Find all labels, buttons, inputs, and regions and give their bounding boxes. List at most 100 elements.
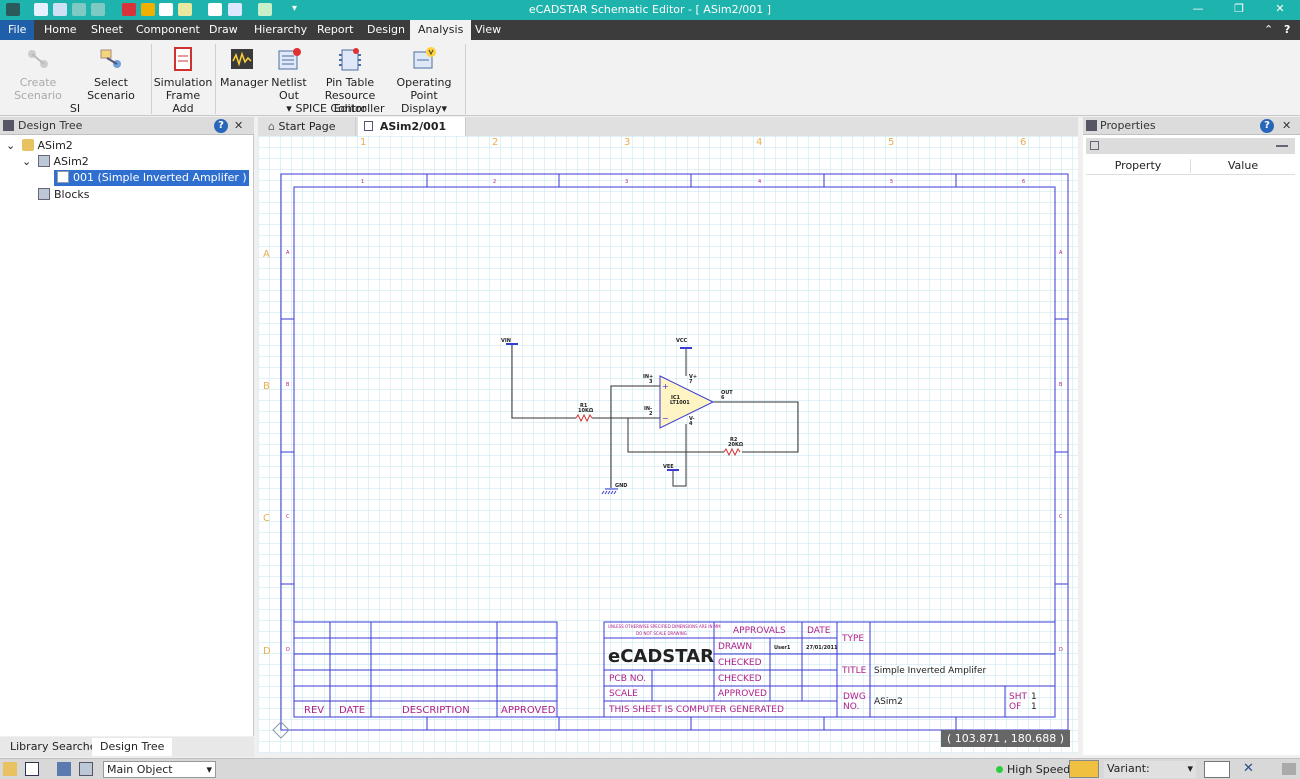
schematic-drawing[interactable]: 1 2 3 4 5 6 A B C D 1 2 3 4 5 6 A B C D … [258, 136, 1078, 753]
tb-type: TYPE [841, 634, 864, 644]
minus-sign: − [662, 414, 669, 423]
properties-panel: Property Value [1083, 135, 1300, 755]
tab-home[interactable]: Home [36, 20, 84, 40]
tb-checked-2: CHECKED [718, 674, 762, 684]
sheet-icon [57, 171, 69, 183]
tab-view[interactable]: View [467, 20, 509, 40]
col-property[interactable]: Property [1086, 157, 1190, 175]
ic1-part: LT1001 [670, 400, 690, 406]
help-icon[interactable]: ? [214, 119, 228, 133]
schematic-canvas[interactable]: 1 2 3 4 5 6 A B C D 1 2 3 4 5 6 A B C D … [258, 136, 1078, 753]
ruler-label: 3 [624, 137, 630, 148]
r1-value: 10KΩ [578, 408, 594, 414]
netlist-out-icon [278, 48, 301, 70]
tree-node-sheet-001[interactable]: 001 (Simple Inverted Amplifer ) [54, 170, 249, 186]
chevron-down-icon[interactable]: ⌄ [6, 138, 18, 154]
close-button[interactable]: ✕ [1270, 2, 1290, 18]
design-tree: ⌄ ASim2 ⌄ ASim2 001 (Simple Inverted Amp… [0, 135, 254, 736]
pin-number: 3 [649, 379, 653, 385]
minimize-button[interactable]: — [1188, 2, 1208, 18]
sheet-icon [364, 121, 373, 131]
tb-dwg-value: ASim2 [874, 697, 903, 707]
main-object-select[interactable]: Main Object ▾ [103, 761, 216, 778]
zone-label: 6 [1022, 179, 1025, 185]
monitor-icon[interactable] [57, 762, 71, 776]
tb-notice-2: DO NOT SCALE DRAWING [636, 631, 687, 636]
help-icon[interactable]: ? [1260, 119, 1274, 133]
tab-design-tree[interactable]: Design Tree [92, 738, 173, 756]
ribbon: Create Scenario Select Scenario SI Simul… [0, 40, 1300, 116]
tb-title-value: Simple Inverted Amplifer [874, 666, 986, 676]
variant-select[interactable]: Variant: ▾ [1104, 761, 1196, 778]
property-pin-icon[interactable] [1090, 141, 1099, 150]
tb-date: DATE [807, 626, 831, 636]
plus-sign: + [662, 382, 669, 391]
tab-hierarchy[interactable]: Hierarchy [246, 20, 315, 40]
manager-button[interactable]: Manager [220, 46, 268, 89]
select-scenario-button[interactable]: Select Scenario [76, 46, 146, 102]
document-tabs: ⌂ Start Page✕ ASim2/001✕ [258, 117, 1078, 155]
group-add-label: Add [172, 102, 194, 115]
zone-label: 2 [493, 179, 496, 185]
tree-node-blocks[interactable]: Blocks [38, 187, 89, 203]
rev-approved-header: APPROVED [501, 705, 556, 716]
tab-draw[interactable]: Draw [201, 20, 246, 40]
routing-mode-button[interactable] [1069, 760, 1099, 778]
close-panel-icon[interactable]: ✕ [1282, 117, 1291, 135]
zone-label: B [286, 382, 290, 388]
blocks-icon [38, 188, 50, 200]
chevron-down-icon[interactable]: ⌄ [22, 154, 34, 170]
ruler-label: 1 [360, 137, 366, 148]
tb-approved: APPROVED [718, 689, 767, 699]
create-scenario-button[interactable]: Create Scenario [3, 46, 73, 102]
close-panel-icon[interactable]: ✕ [234, 117, 243, 135]
tb-pcb-no: PCB NO. [609, 674, 646, 684]
layers-icon[interactable] [79, 762, 93, 776]
cross-probe-icon[interactable]: ✕ [1243, 761, 1269, 778]
design-icon [37, 155, 50, 167]
restore-button[interactable]: ❐ [1229, 2, 1249, 18]
properties-grid-header: Property Value [1086, 157, 1295, 175]
zone-label: A [1059, 250, 1063, 256]
variant-label: Variant: [1107, 762, 1150, 775]
tab-asim2-001[interactable]: ASim2/001✕ [358, 117, 466, 155]
zone-label: 1 [361, 179, 364, 185]
more-icon[interactable] [1282, 763, 1296, 775]
tab-start-page[interactable]: ⌂ Start Page✕ [262, 117, 356, 155]
design-tree-title: Design Tree [18, 119, 83, 132]
tree-node-asim2-design[interactable]: ⌄ ASim2 [22, 154, 89, 170]
tab-report[interactable]: Report [309, 20, 361, 40]
grid-settings-icon[interactable] [1204, 761, 1230, 778]
tree-node-asim2-root[interactable]: ⌄ ASim2 [6, 138, 73, 154]
coordinate-readout: ( 103.871 , 180.688 ) [940, 730, 1070, 747]
tb-computer-generated: THIS SHEET IS COMPUTER GENERATED [608, 705, 784, 715]
tb-drawn: DRAWN [718, 642, 752, 652]
simulation-frame-button[interactable]: Simulation Frame [153, 46, 213, 102]
lock-icon[interactable] [3, 762, 17, 776]
pin-number: 2 [649, 411, 653, 417]
pin-number: 4 [689, 421, 693, 427]
tb-drawn-by: User1 [774, 645, 791, 651]
tab-design[interactable]: Design [359, 20, 413, 40]
net-label-vin: VIN [501, 338, 511, 344]
tb-checked-1: CHECKED [718, 658, 762, 668]
ruler-label: C [263, 513, 270, 524]
zone-label: 3 [625, 179, 628, 185]
tab-component[interactable]: Component [128, 20, 208, 40]
pin-number: 7 [689, 379, 693, 385]
zone-label: 5 [890, 179, 893, 185]
col-value[interactable]: Value [1191, 157, 1295, 175]
tb-of-value: 1 [1031, 702, 1037, 712]
tab-analysis[interactable]: Analysis [410, 20, 472, 40]
tab-sheet[interactable]: Sheet [83, 20, 131, 40]
view-icon[interactable] [25, 762, 39, 776]
collapse-icon[interactable] [1276, 145, 1288, 147]
description-header: DESCRIPTION [402, 705, 470, 716]
zone-label: D [1059, 647, 1063, 653]
tb-drawn-date: 27/01/2011 [806, 645, 838, 651]
tab-file[interactable]: File [0, 20, 35, 40]
title-bar: ▾ eCADSTAR Schematic Editor - [ ASim2/00… [0, 0, 1300, 20]
tb-approvals: APPROVALS [733, 626, 786, 636]
r2-value: 20KΩ [728, 442, 744, 448]
help-icon[interactable]: ? [1276, 20, 1298, 40]
